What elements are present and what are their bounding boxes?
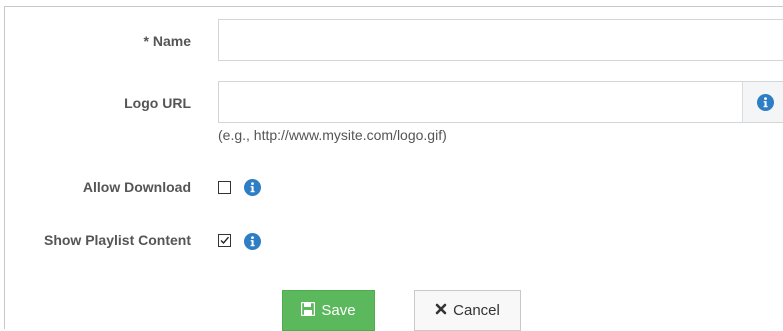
save-button[interactable]: Save [282,290,375,331]
allow-download-label: Allow Download [82,179,191,195]
allow-download-checkbox[interactable] [218,181,231,194]
name-label: * Name [143,33,191,49]
info-icon[interactable] [244,233,261,250]
cancel-button[interactable]: Cancel [414,290,521,331]
logo-url-help-text: (e.g., http://www.mysite.com/logo.gif) [218,127,447,143]
checkmark-icon [220,236,230,245]
save-button-label: Save [321,302,356,319]
floppy-disk-icon [301,301,316,320]
cancel-button-label: Cancel [453,302,500,319]
logo-url-info-addon[interactable] [742,81,783,123]
form-panel: * Name Logo URL (e.g., http://www.mysite… [4,6,783,331]
info-icon[interactable] [244,179,261,196]
info-icon [757,94,774,111]
show-playlist-content-checkbox[interactable] [218,234,231,247]
close-icon [435,302,447,319]
logo-url-input[interactable] [218,81,743,123]
name-input[interactable] [218,19,783,61]
logo-url-label: Logo URL [124,95,191,111]
show-playlist-content-label: Show Playlist Content [43,232,191,248]
